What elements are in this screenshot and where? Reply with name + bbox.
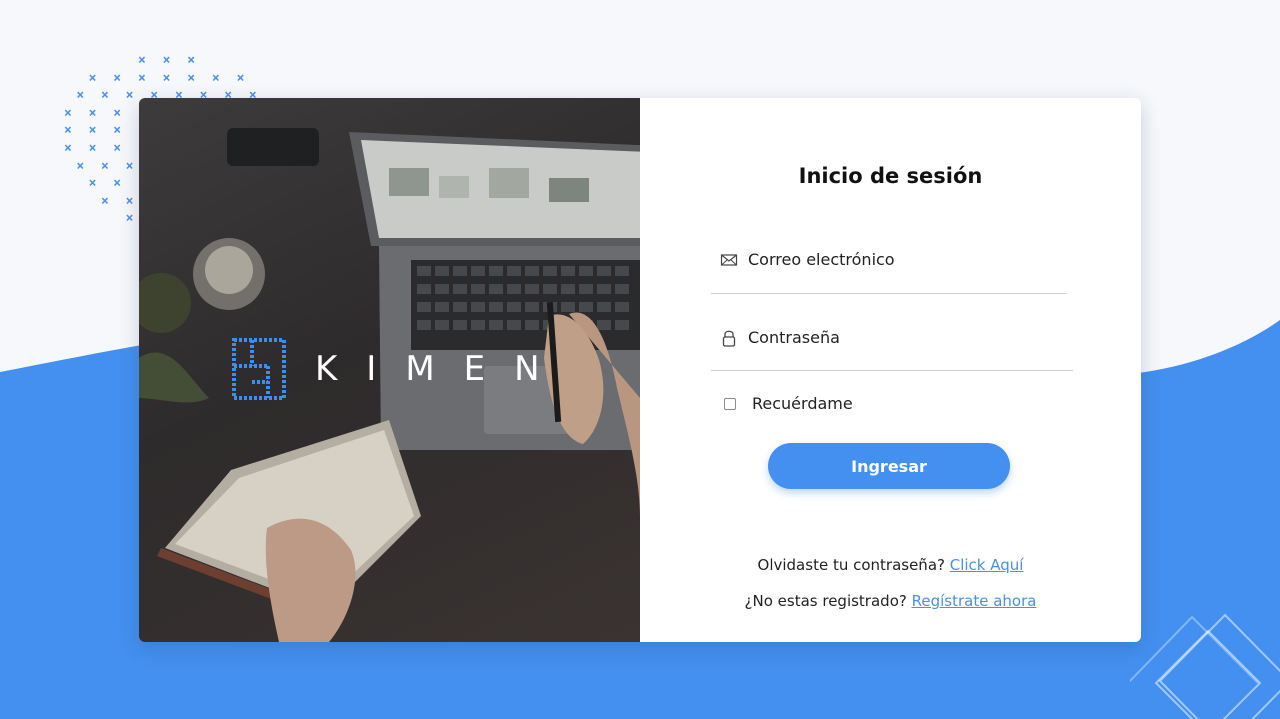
forgot-password-line: Olvidaste tu contraseña? Click Aquí xyxy=(640,556,1141,574)
hero-image-panel: KIMEN xyxy=(139,98,640,642)
envelope-icon xyxy=(720,254,738,266)
forgot-password-text: Olvidaste tu contraseña? xyxy=(757,556,950,574)
decorative-diamonds xyxy=(1130,613,1280,719)
submit-button[interactable]: Ingresar xyxy=(768,443,1010,489)
brand-name: KIMEN xyxy=(315,349,569,389)
remember-me[interactable]: Recuérdame xyxy=(724,394,853,413)
remember-me-checkbox[interactable] xyxy=(724,397,736,410)
forgot-password-link[interactable]: Click Aquí xyxy=(950,556,1024,574)
login-card: KIMEN Inicio de sesión Recuérdame Ingres… xyxy=(139,98,1141,642)
register-link[interactable]: Regístrate ahora xyxy=(912,592,1037,610)
remember-me-label: Recuérdame xyxy=(752,394,853,413)
brand-logo: KIMEN xyxy=(232,338,569,400)
page-title: Inicio de sesión xyxy=(798,164,983,188)
email-input[interactable] xyxy=(748,250,1048,269)
lock-icon xyxy=(722,330,736,347)
register-text: ¿No estas registrado? xyxy=(744,592,912,610)
login-form-panel: Inicio de sesión Recuérdame Ingresar Olv… xyxy=(640,98,1141,642)
register-line: ¿No estas registrado? Regístrate ahora xyxy=(640,592,1141,610)
password-field[interactable] xyxy=(711,316,1073,371)
kimen-logo-mark-icon xyxy=(232,338,286,400)
password-input[interactable] xyxy=(748,328,1048,347)
email-field[interactable] xyxy=(711,238,1067,294)
